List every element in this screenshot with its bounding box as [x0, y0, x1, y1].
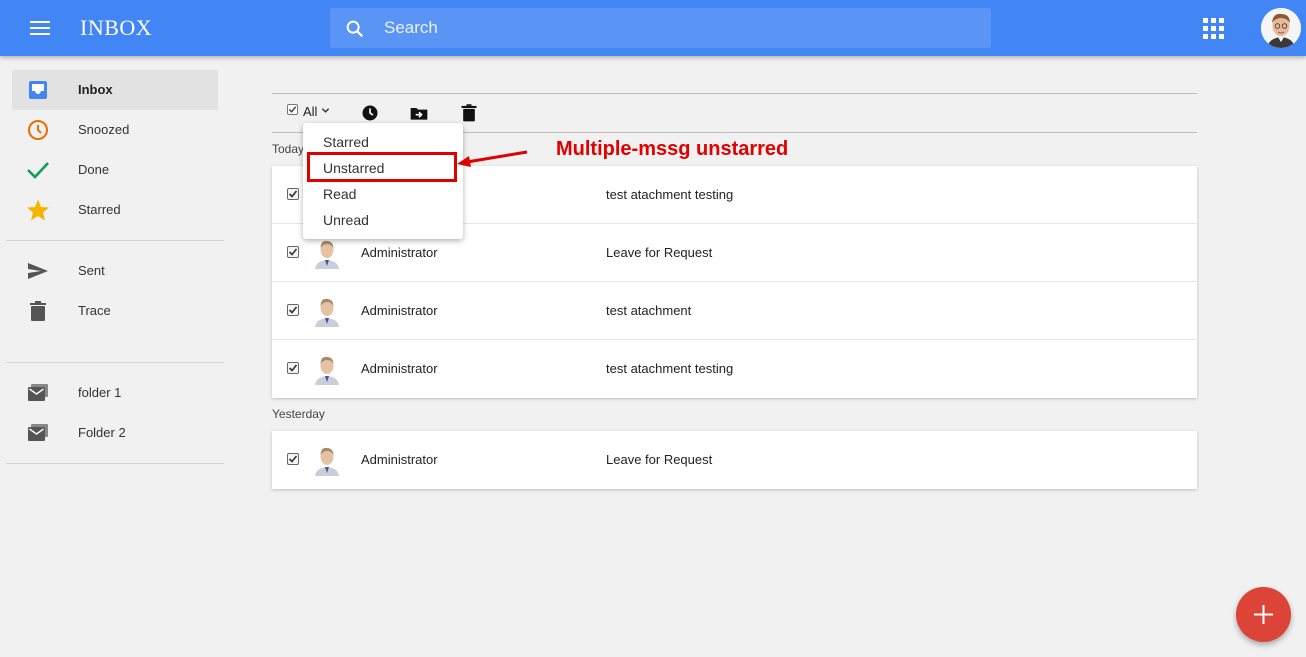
annotation-label: Multiple-mssg unstarred	[556, 138, 789, 160]
sidebar-item-label: Sent	[78, 263, 105, 278]
plus-icon	[1254, 605, 1273, 624]
sidebar-item-label: Trace	[78, 303, 111, 318]
inbox-icon	[29, 81, 47, 99]
snooze-clock-icon[interactable]	[360, 103, 380, 123]
email-sender: Administrator	[361, 303, 438, 318]
check-icon	[27, 162, 49, 179]
email-subject: test atachment testing	[606, 187, 734, 202]
sidebar-divider	[6, 240, 224, 241]
row-checkbox[interactable]	[287, 246, 299, 258]
sidebar-item-label: Snoozed	[78, 122, 130, 137]
email-sender: Administrator	[361, 452, 438, 467]
sidebar-item-done[interactable]: Done	[12, 150, 218, 190]
send-icon	[28, 263, 48, 279]
menu-item-unread[interactable]: Unread	[303, 207, 463, 233]
sidebar-item-sent[interactable]: Sent	[12, 251, 218, 291]
sidebar-item-label: Folder 2	[78, 425, 126, 440]
menu-item-starred[interactable]: Starred	[303, 129, 463, 155]
email-subject: Leave for Request	[606, 452, 713, 467]
sidebar-item-snoozed[interactable]: Snoozed	[12, 110, 218, 150]
folder-mail-icon	[28, 384, 48, 401]
row-checkbox[interactable]	[287, 453, 299, 465]
clock-icon	[28, 120, 48, 140]
sender-avatar	[315, 240, 339, 269]
sidebar-item-inbox[interactable]: Inbox	[12, 70, 218, 110]
sidebar-item-starred[interactable]: Starred	[12, 190, 218, 230]
trash-icon	[30, 301, 46, 321]
annotation-arrow	[457, 150, 528, 167]
menu-item-read[interactable]: Read	[303, 181, 463, 207]
star-icon	[27, 199, 49, 221]
folder-mail-icon	[28, 424, 48, 441]
sender-avatar	[315, 298, 339, 327]
section-label-today: Today	[272, 142, 305, 156]
compose-button[interactable]	[1236, 587, 1291, 642]
email-sender: Administrator	[361, 361, 438, 376]
section-label-yesterday: Yesterday	[272, 407, 325, 421]
email-subject: test atachment testing	[606, 361, 734, 376]
email-subject: Leave for Request	[606, 245, 713, 260]
delete-icon[interactable]	[459, 103, 479, 123]
select-filter-dropdown: Starred Unstarred Read Unread	[303, 123, 463, 239]
table-row[interactable]: Administrator test atachment	[272, 282, 1197, 340]
move-to-folder-icon[interactable]	[409, 103, 429, 123]
sidebar-item-folder-1[interactable]: folder 1	[12, 373, 218, 413]
row-checkbox[interactable]	[287, 304, 299, 316]
app-title: INBOX	[80, 15, 153, 40]
top-app-bar: INBOX	[0, 0, 1306, 56]
search-bar[interactable]	[330, 8, 991, 48]
email-list-yesterday: Administrator Leave for Request	[272, 431, 1197, 489]
sidebar-item-label: Starred	[78, 202, 121, 217]
user-avatar[interactable]	[1261, 8, 1301, 48]
email-subject: test atachment	[606, 303, 692, 318]
sidebar-divider	[6, 463, 224, 464]
email-sender: Administrator	[361, 245, 438, 260]
sidebar-item-trace[interactable]: Trace	[12, 291, 218, 331]
chevron-down-icon[interactable]	[321, 106, 330, 115]
sender-avatar	[315, 447, 339, 476]
sidebar-divider	[6, 362, 224, 363]
apps-grid-icon[interactable]	[1203, 18, 1224, 39]
menu-item-unstarred[interactable]: Unstarred	[303, 155, 463, 181]
sidebar-item-label: folder 1	[78, 385, 122, 400]
menu-icon[interactable]	[26, 16, 54, 40]
row-checkbox[interactable]	[287, 188, 299, 200]
sender-avatar	[315, 356, 339, 385]
sidebar-item-label: Done	[78, 162, 110, 177]
table-row[interactable]: Administrator test atachment testing	[272, 340, 1197, 398]
select-filter-label[interactable]: All	[303, 104, 317, 119]
table-row[interactable]: Administrator Leave for Request	[272, 431, 1197, 489]
search-input[interactable]	[384, 8, 974, 48]
search-icon[interactable]	[344, 18, 366, 40]
select-all-checkbox[interactable]	[287, 104, 298, 115]
sidebar-item-folder-2[interactable]: Folder 2	[12, 413, 218, 453]
row-checkbox[interactable]	[287, 362, 299, 374]
sidebar-item-label: Inbox	[78, 82, 113, 97]
